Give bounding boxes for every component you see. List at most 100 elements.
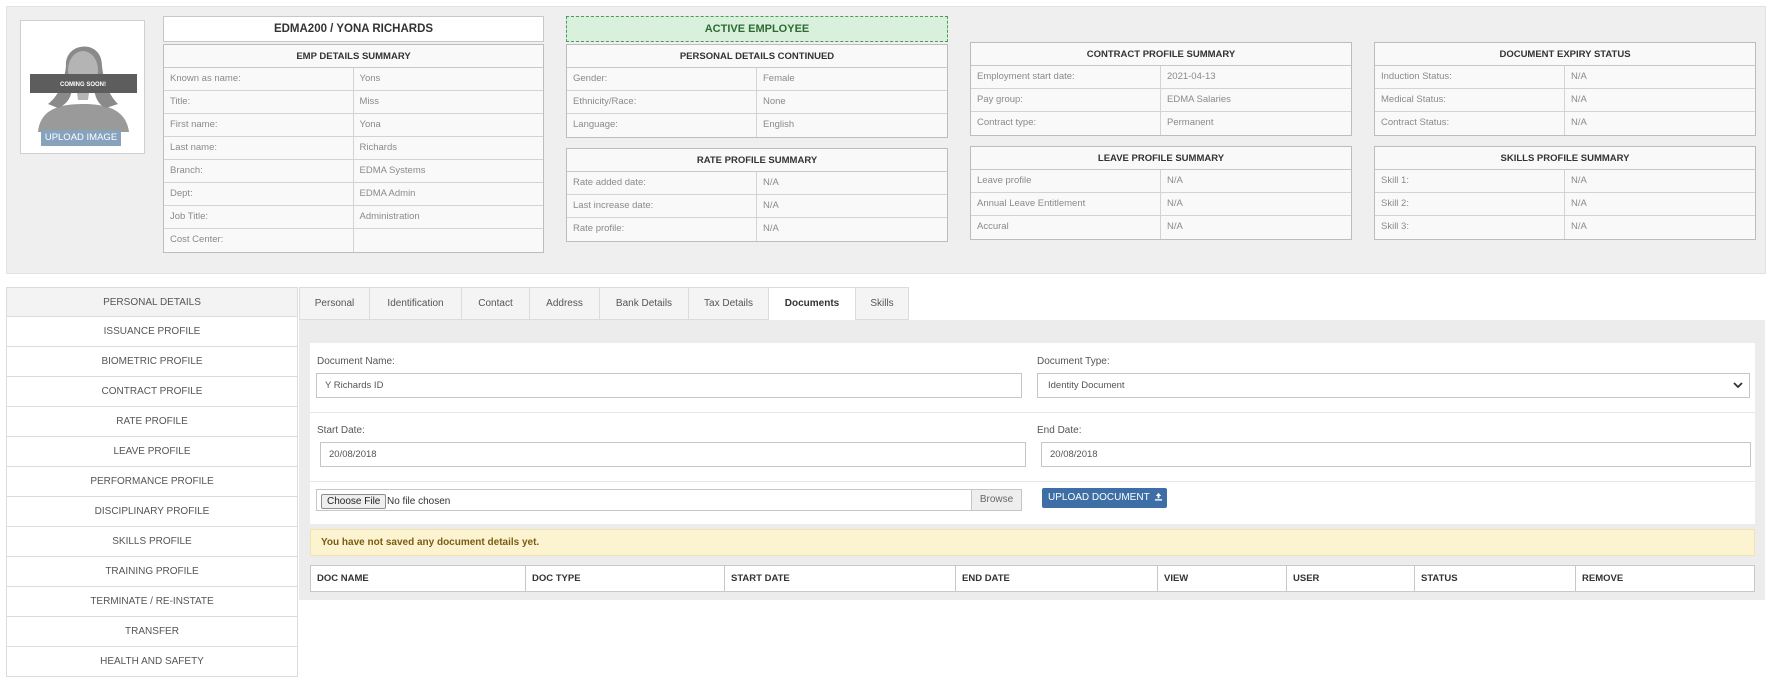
- sidebar-item-terminate-reinstate[interactable]: TERMINATE / RE-INSTATE: [6, 587, 298, 617]
- personal-details-continued: PERSONAL DETAILS CONTINUED Gender: Female…: [566, 44, 948, 138]
- employee-summary-panel: COMING SOON! UPLOAD IMAGE EDMA200 / YONA…: [6, 6, 1766, 274]
- upload-document-button[interactable]: UPLOAD DOCUMENT: [1042, 488, 1167, 508]
- status-badge: ACTIVE EMPLOYEE: [566, 16, 948, 42]
- end-date-input[interactable]: 20/08/2018: [1041, 442, 1751, 467]
- document-type-select[interactable]: Identity Document: [1037, 373, 1750, 398]
- sidebar-item-training-profile[interactable]: TRAINING PROFILE: [6, 557, 298, 587]
- summary-row: Accural N/A: [971, 216, 1351, 239]
- documents-tab-content: Document Name: Y Richards ID Document Ty…: [299, 320, 1765, 600]
- browse-button[interactable]: Browse: [971, 490, 1021, 510]
- summary-label: Skill 3:: [1375, 216, 1565, 239]
- summary-label: Ethnicity/Race:: [567, 91, 757, 113]
- summary-row: Cost Center:: [164, 229, 543, 252]
- summary-value: N/A: [1571, 94, 1587, 105]
- leave-profile-summary: LEAVE PROFILE SUMMARY Leave profile N/A A…: [970, 146, 1352, 240]
- summary-label: Job Title:: [164, 206, 354, 228]
- tab-tax-details[interactable]: Tax Details: [688, 287, 769, 320]
- summary-value: N/A: [1571, 198, 1587, 209]
- sidebar-item-biometric-profile[interactable]: BIOMETRIC PROFILE: [6, 347, 298, 377]
- document-form: Document Name: Y Richards ID Document Ty…: [310, 343, 1755, 524]
- summary-value: N/A: [1571, 117, 1587, 128]
- summary-row: Contract Status: N/A: [1375, 112, 1755, 135]
- summary-value: N/A: [1167, 198, 1183, 209]
- tab-personal[interactable]: Personal: [299, 287, 370, 320]
- documents-table-header: DOC NAME DOC TYPE START DATE END DATE VI…: [310, 565, 1755, 592]
- form-divider: [310, 481, 1755, 482]
- summary-value: Female: [763, 73, 795, 84]
- file-input[interactable]: Choose File No file chosen Browse: [316, 489, 1022, 511]
- summary-value: Richards: [359, 142, 398, 153]
- tab-documents[interactable]: Documents: [768, 287, 856, 321]
- profile-tabs: Personal Identification Contact Address …: [299, 287, 1765, 321]
- sidebar-item-leave-profile[interactable]: LEAVE PROFILE: [6, 437, 298, 467]
- summary-row: Skill 1: N/A: [1375, 170, 1755, 193]
- summary-label: First name:: [164, 114, 354, 136]
- column-start-date[interactable]: START DATE: [725, 566, 956, 591]
- summary-label: Accural: [971, 216, 1161, 239]
- document-type-value: Identity Document: [1048, 380, 1125, 391]
- sidebar-item-personal-details[interactable]: PERSONAL DETAILS: [6, 287, 298, 317]
- summary-row: Dept: EDMA Admin: [164, 183, 543, 206]
- summary-value: Miss: [359, 96, 380, 107]
- upload-image-button[interactable]: UPLOAD IMAGE: [41, 130, 121, 146]
- upload-document-label: UPLOAD DOCUMENT: [1048, 492, 1150, 503]
- column-doc-type[interactable]: DOC TYPE: [526, 566, 725, 591]
- coming-soon-label: COMING SOON!: [60, 82, 106, 88]
- no-documents-warning: You have not saved any document details …: [310, 529, 1755, 556]
- rate-profile-summary: RATE PROFILE SUMMARY Rate added date: N/A…: [566, 148, 948, 242]
- summary-label: Contract Status:: [1375, 112, 1565, 135]
- summary-row: Branch: EDMA Systems: [164, 160, 543, 183]
- summary-label: Rate profile:: [567, 218, 757, 241]
- personal-continued-title: PERSONAL DETAILS CONTINUED: [567, 45, 947, 68]
- choose-file-button[interactable]: Choose File: [321, 494, 387, 509]
- summary-value: [354, 229, 544, 252]
- summary-value: EDMA Systems: [359, 165, 426, 176]
- summary-label: Skill 1:: [1375, 170, 1565, 192]
- sidebar-item-contract-profile[interactable]: CONTRACT PROFILE: [6, 377, 298, 407]
- summary-row: Rate profile: N/A: [567, 218, 947, 241]
- column-remove[interactable]: REMOVE: [1576, 566, 1754, 591]
- summary-row: Pay group: EDMA Salaries: [971, 89, 1351, 112]
- summary-value: N/A: [763, 223, 779, 234]
- summary-label: Skill 2:: [1375, 193, 1565, 215]
- emp-details-summary: EMP DETAILS SUMMARY Known as name: Yons T…: [163, 44, 544, 253]
- column-status[interactable]: STATUS: [1415, 566, 1576, 591]
- column-user[interactable]: USER: [1287, 566, 1415, 591]
- summary-value: N/A: [1571, 71, 1587, 82]
- summary-label: Language:: [567, 114, 757, 137]
- start-date-label: Start Date:: [317, 425, 365, 436]
- summary-label: Gender:: [567, 68, 757, 90]
- tab-identification[interactable]: Identification: [369, 287, 462, 320]
- tab-contact[interactable]: Contact: [461, 287, 530, 320]
- summary-label: Title:: [164, 91, 354, 113]
- sidebar-item-rate-profile[interactable]: RATE PROFILE: [6, 407, 298, 437]
- summary-row: Annual Leave Entitlement N/A: [971, 193, 1351, 216]
- emp-details-title: EMP DETAILS SUMMARY: [164, 45, 543, 68]
- sidebar-item-disciplinary-profile[interactable]: DISCIPLINARY PROFILE: [6, 497, 298, 527]
- column-end-date[interactable]: END DATE: [956, 566, 1158, 591]
- summary-value: N/A: [1571, 175, 1587, 186]
- document-name-label: Document Name:: [317, 356, 395, 367]
- end-date-label: End Date:: [1037, 425, 1082, 436]
- sidebar-item-performance-profile[interactable]: PERFORMANCE PROFILE: [6, 467, 298, 497]
- skills-profile-summary: SKILLS PROFILE SUMMARY Skill 1: N/A Skill…: [1374, 146, 1756, 240]
- document-name-input[interactable]: Y Richards ID: [316, 373, 1022, 398]
- tab-address[interactable]: Address: [529, 287, 600, 320]
- sidebar-item-skills-profile[interactable]: SKILLS PROFILE: [6, 527, 298, 557]
- leave-profile-title: LEAVE PROFILE SUMMARY: [971, 147, 1351, 170]
- sidebar-item-health-and-safety[interactable]: HEALTH AND SAFETY: [6, 647, 298, 677]
- summary-label: Branch:: [164, 160, 354, 182]
- summary-value: Yona: [359, 119, 381, 130]
- avatar-placeholder-icon: COMING SOON!: [30, 46, 137, 132]
- summary-row: Contract type: Permanent: [971, 112, 1351, 135]
- sidebar-item-transfer[interactable]: TRANSFER: [6, 617, 298, 647]
- tab-skills[interactable]: Skills: [855, 287, 909, 320]
- summary-value: N/A: [1167, 175, 1183, 186]
- employee-photo: COMING SOON! UPLOAD IMAGE: [20, 20, 145, 154]
- start-date-input[interactable]: 20/08/2018: [320, 442, 1026, 467]
- column-view[interactable]: VIEW: [1158, 566, 1287, 591]
- sidebar-item-issuance-profile[interactable]: ISSUANCE PROFILE: [6, 317, 298, 347]
- tab-bank-details[interactable]: Bank Details: [599, 287, 689, 320]
- summary-row: Induction Status: N/A: [1375, 66, 1755, 89]
- column-doc-name[interactable]: DOC NAME: [311, 566, 526, 591]
